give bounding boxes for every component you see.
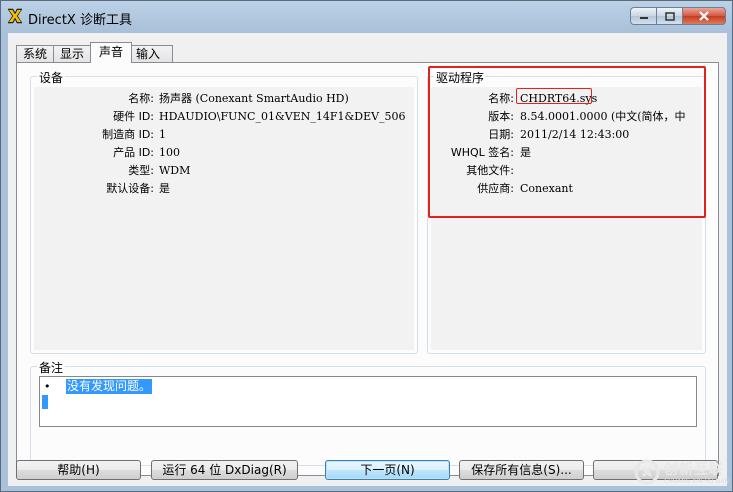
device-value: 扬声器 (Conexant SmartAudio HD) (159, 92, 349, 105)
device-label: 名称: (128, 92, 154, 105)
device-label: 硬件 ID: (113, 110, 154, 123)
close-icon (699, 11, 709, 21)
device-group: 设备 名称: 扬声器 (Conexant SmartAudio HD) 硬件 I… (30, 69, 418, 354)
watermark-logo-icon (634, 459, 660, 485)
device-group-title: 设备 (37, 69, 66, 86)
watermark-name: 创新互联 (664, 462, 724, 478)
directx-window: DirectX 诊断工具 系统 显示 声音 输入 设备 名称: 扬声器 (Con… (0, 0, 733, 492)
maximize-button[interactable] (656, 7, 682, 25)
device-label: 产品 ID: (113, 146, 154, 159)
tab-system[interactable]: 系统 (16, 45, 55, 63)
sound-tab-panel: 设备 名称: 扬声器 (Conexant SmartAudio HD) 硬件 I… (16, 62, 719, 476)
device-value: WDM (159, 164, 191, 177)
tab-strip: 系统 显示 声音 输入 (16, 42, 174, 63)
help-button[interactable]: 帮助(H) (16, 460, 141, 480)
selection-caret (42, 395, 48, 409)
directx-icon (7, 8, 23, 24)
maximize-icon (664, 11, 675, 21)
notes-group-title: 备注 (37, 359, 66, 376)
title-bar[interactable]: DirectX 诊断工具 (1, 1, 732, 33)
minimize-icon (639, 17, 648, 19)
device-row: 产品 ID: 100 (31, 144, 416, 162)
note-bullet: • (44, 380, 51, 393)
device-row: 类型: WDM (31, 162, 416, 180)
window-title: DirectX 诊断工具 (28, 13, 132, 28)
device-label: 制造商 ID: (102, 128, 154, 141)
tab-input[interactable]: 输入 (131, 45, 174, 63)
device-label: 默认设备: (106, 182, 154, 195)
close-button[interactable] (682, 7, 726, 25)
device-value: HDAUDIO\FUNC_01&VEN_14F1&DEV_506E&SUBSYS… (159, 110, 405, 123)
run-64bit-dxdiag-button[interactable]: 运行 64 位 DxDiag(R) (151, 460, 298, 480)
tab-display[interactable]: 显示 (53, 45, 92, 63)
device-value: 是 (159, 182, 170, 195)
tab-sound[interactable]: 声音 (90, 42, 133, 63)
device-row: 制造商 ID: 1 (31, 126, 416, 144)
device-value: 1 (159, 128, 166, 141)
device-value: 100 (159, 146, 180, 159)
client-area: 系统 显示 声音 输入 设备 名称: 扬声器 (Conexant SmartAu… (8, 33, 727, 486)
watermark-subtitle: CHUANG XIN HU LIAN (664, 478, 730, 485)
save-all-info-button[interactable]: 保存所有信息(S)... (459, 460, 584, 480)
minimize-button[interactable] (630, 7, 656, 25)
caption-buttons (630, 7, 726, 25)
driver-name-highlight-box (516, 88, 592, 104)
device-row: 名称: 扬声器 (Conexant SmartAudio HD) (31, 90, 416, 108)
next-page-button[interactable]: 下一页(N) (325, 460, 450, 480)
device-row: 硬件 ID: HDAUDIO\FUNC_01&VEN_14F1&DEV_506E… (31, 108, 416, 126)
device-row: 默认设备: 是 (31, 180, 416, 198)
notes-textbox[interactable]: • 没有发现问题。 (39, 376, 697, 427)
watermark: 创新互联 CHUANG XIN HU LIAN (634, 457, 733, 492)
device-label: 类型: (128, 164, 154, 177)
note-text: 没有发现问题。 (66, 379, 153, 394)
